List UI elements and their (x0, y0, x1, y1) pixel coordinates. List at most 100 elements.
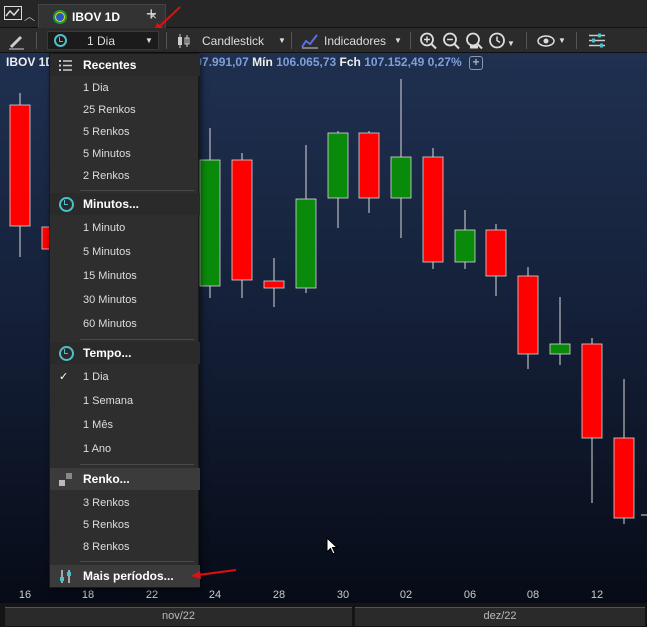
caret-up-icon[interactable]: ︿ (24, 8, 35, 24)
candle-body (390, 156, 412, 199)
menu-item-1-semana[interactable]: 1 Semana (50, 390, 200, 412)
chevron-down-icon: ▼ (558, 36, 566, 45)
toolbar-divider (410, 32, 411, 49)
expand-info-button[interactable]: + (469, 56, 483, 70)
x-tick-label: 30 (336, 589, 350, 601)
chart-type-dropdown[interactable]: Candlestick ▼ (176, 31, 286, 50)
clock-icon (59, 197, 74, 212)
menu-item-60-minutos[interactable]: 60 Minutos (50, 313, 200, 335)
chart-symbol: IBOV 1D (6, 55, 55, 69)
visibility-dropdown[interactable]: ▼ (537, 31, 566, 50)
eye-icon (537, 34, 555, 47)
period-label: 1 Dia (87, 33, 116, 48)
zoom-in-icon[interactable] (419, 31, 437, 50)
change-value: 0,27% (427, 55, 462, 69)
menu-item-15-minutos[interactable]: 15 Minutos (50, 265, 200, 287)
candle-body (454, 229, 476, 263)
candle-body (613, 437, 635, 519)
brazil-flag-icon (53, 9, 67, 24)
toolbar-divider (526, 32, 527, 49)
menu-header-renko[interactable]: Renko... (50, 468, 200, 490)
menu-item-8-renkos[interactable]: 8 Renkos (50, 536, 200, 558)
candlestick-icon (178, 33, 190, 48)
x-tick-label: 28 (272, 589, 286, 601)
menu-item-recent-1-dia[interactable]: 1 Dia (50, 77, 200, 99)
settings-sliders-icon[interactable] (588, 31, 606, 50)
x-tick-label: 02 (399, 589, 413, 601)
mouse-cursor-icon (326, 537, 338, 555)
zoom-out-icon[interactable] (442, 31, 460, 50)
more-periods-button[interactable]: Mais períodos... (50, 565, 200, 587)
sliders-icon (60, 570, 71, 583)
menu-header-label: Recentes (83, 58, 137, 72)
x-tick-label: 16 (18, 589, 32, 601)
menu-item-5-minutos[interactable]: 5 Minutos (50, 241, 200, 263)
tab-bar: ︿ IBOV 1D × + (0, 0, 647, 32)
tab-label: IBOV 1D (72, 9, 121, 24)
menu-divider (80, 190, 194, 191)
app-chart-icon[interactable] (4, 6, 24, 22)
candle-body (549, 343, 571, 355)
history-icon[interactable] (488, 31, 506, 50)
menu-header-label: Minutos... (83, 197, 139, 211)
menu-item-5-renkos[interactable]: 5 Renkos (50, 514, 200, 536)
list-icon (59, 60, 72, 71)
toolbar-divider (576, 32, 577, 49)
candle-body (327, 132, 349, 199)
min-label: Mín (252, 55, 273, 69)
menu-item-1-mes[interactable]: 1 Mês (50, 414, 200, 436)
x-tick-label: 08 (526, 589, 540, 601)
menu-header-label: Renko... (83, 472, 130, 486)
candle-body (9, 104, 31, 227)
x-tick-label: 24 (208, 589, 222, 601)
chevron-down-icon: ▼ (394, 36, 402, 45)
clock-icon (59, 346, 74, 361)
indicators-icon (301, 33, 318, 48)
candle-body (263, 280, 285, 289)
checkmark-icon: ✓ (59, 371, 69, 383)
menu-item-recent-5-renkos[interactable]: 5 Renkos (50, 121, 200, 143)
month-label-nov: nov/22 (5, 607, 352, 626)
toolbar-divider (291, 32, 292, 49)
menu-item-1-minuto[interactable]: 1 Minuto (50, 217, 200, 239)
toolbar: 1 Dia ▼ Candlestick ▼ Indicadores ▼ ▼ ▼ (0, 28, 647, 53)
candle-body (485, 229, 507, 277)
menu-item-30-minutos[interactable]: 30 Minutos (50, 289, 200, 311)
min-value: 106.065,73 (276, 55, 337, 69)
zoom-reset-icon[interactable] (465, 31, 483, 50)
period-dropdown[interactable]: 1 Dia ▼ (47, 31, 159, 50)
menu-divider (80, 464, 194, 465)
toolbar-divider (166, 32, 167, 49)
x-axis: 16 18 22 24 28 30 02 06 08 12 nov/22 dez/22 (0, 589, 647, 627)
menu-item-label: 1 Dia (83, 371, 109, 383)
candle-body (358, 132, 380, 199)
month-label-dez: dez/22 (355, 607, 645, 626)
menu-item-recent-25-renkos[interactable]: 25 Renkos (50, 99, 200, 121)
clock-icon (54, 34, 67, 47)
menu-header-minutos[interactable]: Minutos... (50, 193, 200, 215)
candle-body (517, 275, 539, 355)
x-tick-label: 22 (145, 589, 159, 601)
red-arrow-annotation-icon (191, 569, 237, 579)
menu-item-3-renkos[interactable]: 3 Renkos (50, 492, 200, 514)
menu-header-tempo[interactable]: Tempo... (50, 342, 200, 364)
close-value: 107.152,49 (364, 55, 425, 69)
candle-body (295, 198, 317, 289)
x-tick-label: 12 (590, 589, 604, 601)
indicators-label: Indicadores (324, 33, 387, 48)
pencil-icon[interactable] (8, 32, 26, 51)
candle-body (231, 159, 253, 281)
renko-icon (59, 473, 72, 486)
menu-item-1-dia[interactable]: ✓ 1 Dia (50, 366, 200, 388)
indicators-dropdown[interactable]: Indicadores ▼ (301, 31, 402, 50)
close-label: Fch (339, 55, 361, 69)
menu-item-recent-5-minutos[interactable]: 5 Minutos (50, 143, 200, 165)
candle-body (422, 156, 444, 263)
menu-header-recentes: Recentes (50, 54, 200, 76)
more-periods-label: Mais períodos... (83, 569, 174, 583)
menu-item-recent-2-renkos[interactable]: 2 Renkos (50, 165, 200, 187)
chevron-down-icon[interactable]: ▼ (507, 34, 515, 53)
menu-divider (80, 339, 194, 340)
menu-item-1-ano[interactable]: 1 Ano (50, 438, 200, 460)
period-menu: Recentes 1 Dia 25 Renkos 5 Renkos 5 Minu… (49, 53, 200, 588)
